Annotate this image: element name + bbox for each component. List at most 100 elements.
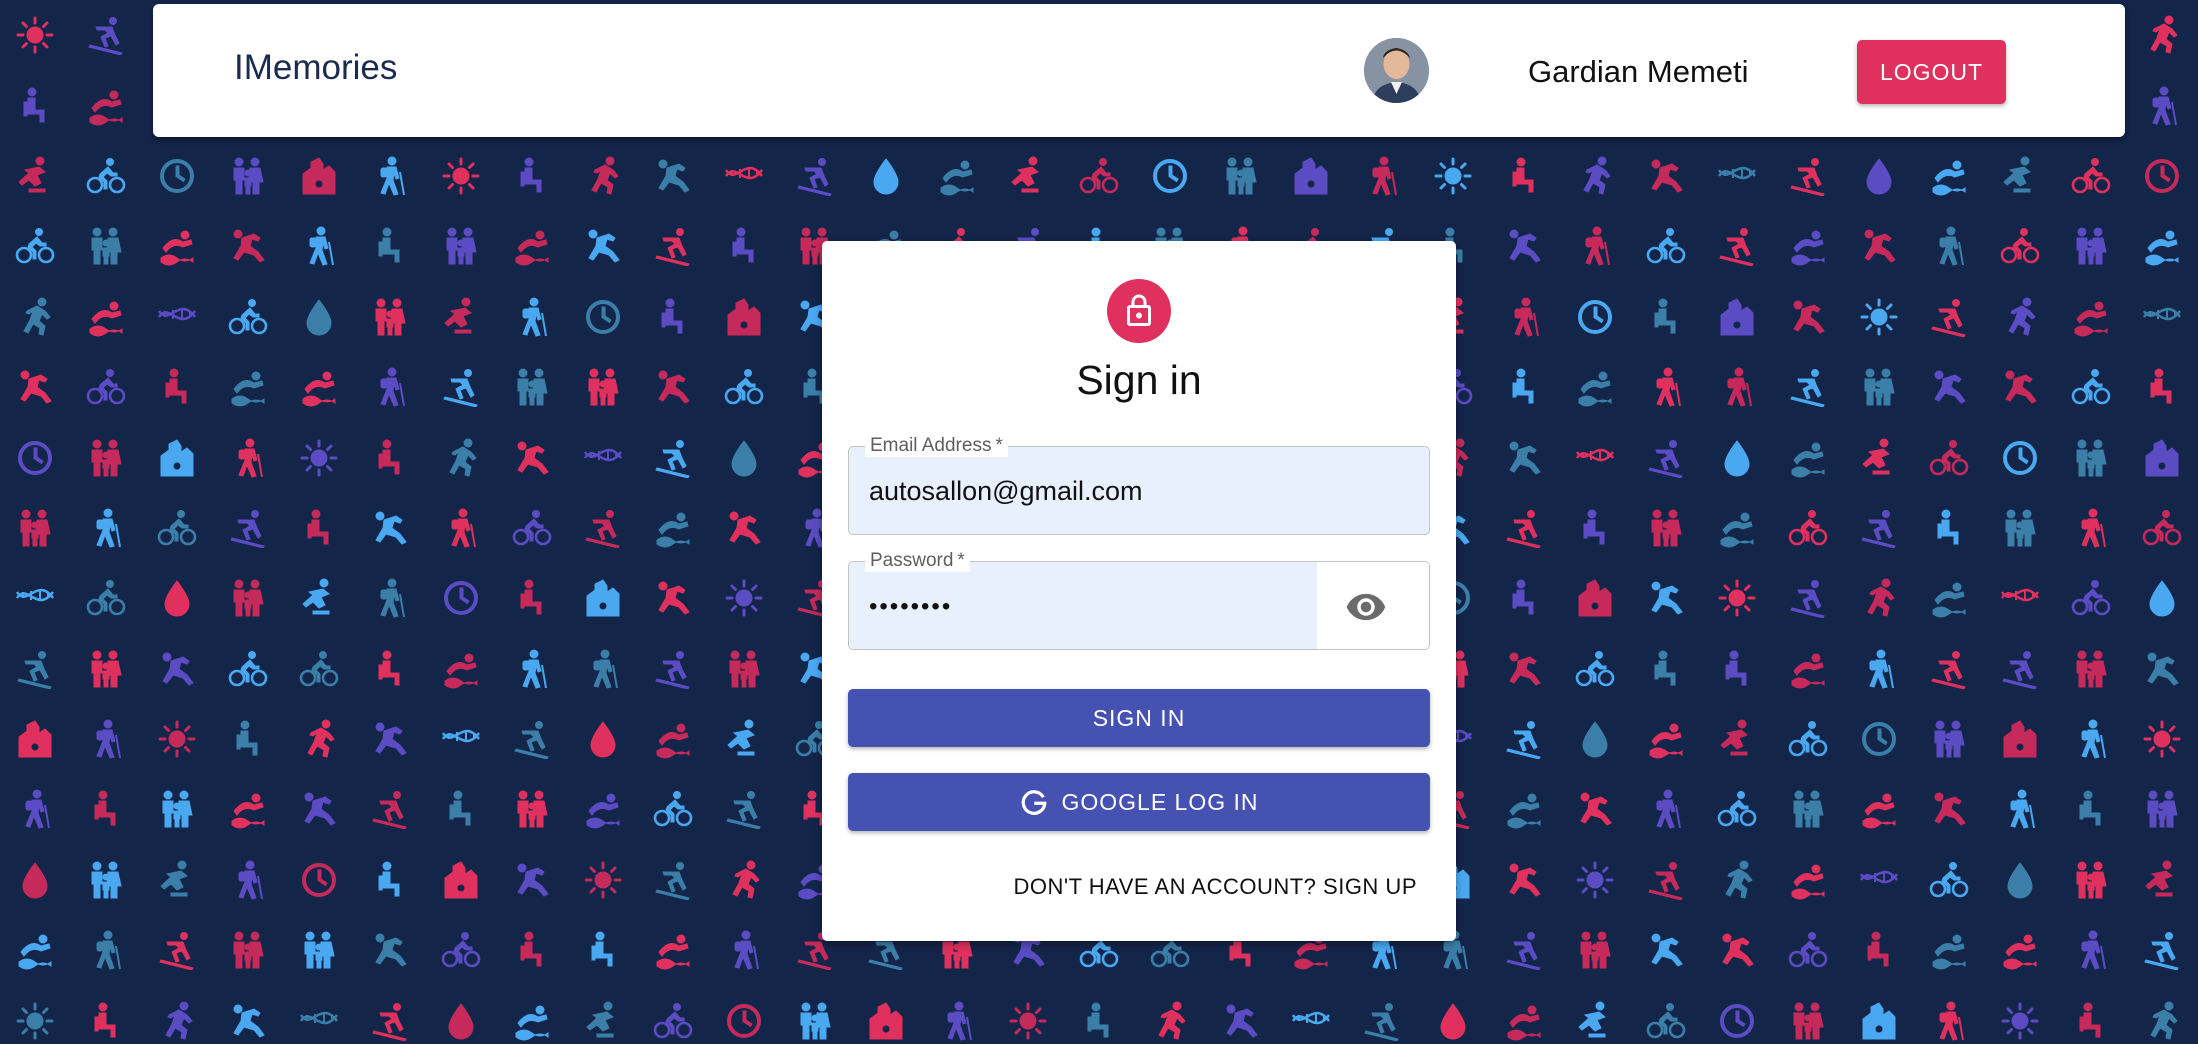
- water-drop-icon: [1843, 141, 1914, 211]
- water-drop-icon: [1418, 985, 1489, 1044]
- hiker-icon: [1914, 985, 1985, 1044]
- runner-icon: [425, 422, 496, 492]
- falling-person-icon: [1630, 915, 1701, 985]
- sun-icon: [1843, 282, 1914, 352]
- cyclist-icon: [1914, 845, 1985, 915]
- clock-icon: [1560, 282, 1631, 352]
- hiker-icon: [213, 422, 284, 492]
- family-icon: [780, 985, 851, 1044]
- clock-icon: [567, 282, 638, 352]
- runner-icon: [1701, 845, 1772, 915]
- hiker-icon: [1630, 774, 1701, 844]
- swimmer-icon: [71, 70, 142, 140]
- runner-icon: [2127, 985, 2198, 1044]
- hiker-icon: [71, 493, 142, 563]
- password-label: Password *: [865, 550, 970, 572]
- hiker-icon: [1914, 211, 1985, 281]
- skier-icon: [1914, 282, 1985, 352]
- cyclist-icon: [425, 915, 496, 985]
- email-input[interactable]: [869, 473, 1309, 509]
- runner-icon: [1134, 985, 1205, 1044]
- hiker-icon: [2056, 493, 2127, 563]
- hiker-icon: [1985, 774, 2056, 844]
- clock-icon: [1134, 141, 1205, 211]
- dna-icon: [1276, 985, 1347, 1044]
- falling-person-icon: [1914, 352, 1985, 422]
- hiker-icon: [1843, 634, 1914, 704]
- sun-icon: [0, 0, 71, 70]
- sun-icon: [425, 141, 496, 211]
- sign-in-button[interactable]: SIGN IN: [848, 689, 1430, 747]
- swimmer-icon: [1985, 915, 2056, 985]
- family-icon: [709, 634, 780, 704]
- lock-avatar: [1107, 279, 1171, 343]
- family-icon: [1560, 915, 1631, 985]
- sign-up-link[interactable]: DON'T HAVE AN ACCOUNT? SIGN UP: [1014, 874, 1417, 900]
- swimmer-icon: [71, 282, 142, 352]
- skier-icon: [1772, 563, 1843, 633]
- skier-icon: [1701, 211, 1772, 281]
- skater-icon: [142, 845, 213, 915]
- family-icon: [2127, 774, 2198, 844]
- toggle-password-visibility-button[interactable]: [1345, 586, 1387, 628]
- skier-icon: [1630, 422, 1701, 492]
- seated-person-icon: [2056, 774, 2127, 844]
- cyclist-icon: [142, 493, 213, 563]
- hiker-icon: [0, 774, 71, 844]
- falling-person-icon: [638, 352, 709, 422]
- buildings-icon: [2127, 422, 2198, 492]
- skier-icon: [354, 985, 425, 1044]
- clock-icon: [1701, 985, 1772, 1044]
- water-drop-icon: [851, 141, 922, 211]
- family-icon: [2056, 422, 2127, 492]
- hiker-icon: [1630, 352, 1701, 422]
- family-icon: [1205, 141, 1276, 211]
- google-login-button[interactable]: GOOGLE LOG IN: [848, 773, 1430, 831]
- skier-icon: [638, 422, 709, 492]
- clock-icon: [284, 845, 355, 915]
- seated-person-icon: [284, 493, 355, 563]
- falling-person-icon: [1489, 634, 1560, 704]
- swimmer-icon: [567, 774, 638, 844]
- falling-person-icon: [1489, 422, 1560, 492]
- water-drop-icon: [1701, 422, 1772, 492]
- hiker-icon: [71, 704, 142, 774]
- swimmer-icon: [142, 211, 213, 281]
- sun-icon: [567, 845, 638, 915]
- user-avatar[interactable]: [1364, 38, 1429, 103]
- water-drop-icon: [284, 282, 355, 352]
- swimmer-icon: [1772, 634, 1843, 704]
- app-bar: IMemories Gardian Memeti LOGOUT: [153, 4, 2125, 137]
- buildings-icon: [1985, 704, 2056, 774]
- seated-person-icon: [354, 845, 425, 915]
- skater-icon: [1701, 704, 1772, 774]
- falling-person-icon: [354, 493, 425, 563]
- swimmer-icon: [213, 774, 284, 844]
- seated-person-icon: [1701, 634, 1772, 704]
- hiker-icon: [1347, 141, 1418, 211]
- falling-person-icon: [142, 634, 213, 704]
- cyclist-icon: [1772, 704, 1843, 774]
- skier-icon: [709, 774, 780, 844]
- falling-person-icon: [213, 985, 284, 1044]
- family-icon: [1843, 352, 1914, 422]
- password-input[interactable]: [869, 589, 1309, 625]
- dna-icon: [425, 704, 496, 774]
- hiker-icon: [1560, 211, 1631, 281]
- dna-icon: [709, 141, 780, 211]
- cyclist-icon: [71, 141, 142, 211]
- hiker-icon: [496, 282, 567, 352]
- family-icon: [213, 563, 284, 633]
- sun-icon: [992, 985, 1063, 1044]
- skater-icon: [2127, 845, 2198, 915]
- cyclist-icon: [213, 634, 284, 704]
- skater-icon: [709, 704, 780, 774]
- falling-person-icon: [1489, 845, 1560, 915]
- seated-person-icon: [1489, 352, 1560, 422]
- hiker-icon: [2127, 70, 2198, 140]
- logout-button[interactable]: LOGOUT: [1857, 40, 2006, 104]
- falling-person-icon: [354, 915, 425, 985]
- runner-icon: [1985, 282, 2056, 352]
- cyclist-icon: [1985, 211, 2056, 281]
- swimmer-icon: [1772, 422, 1843, 492]
